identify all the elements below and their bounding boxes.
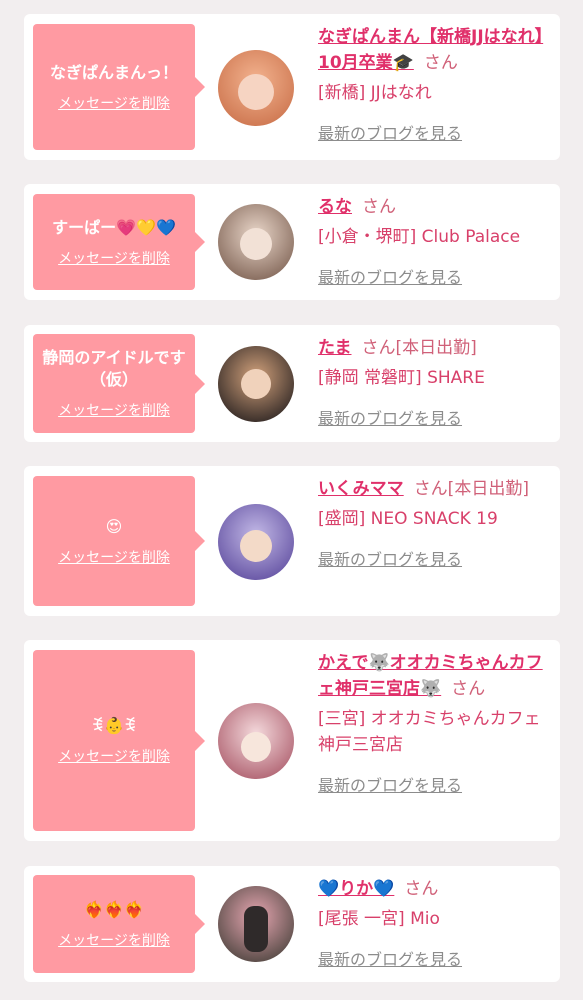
honorific: さん: [404, 879, 439, 899]
delete-message-link[interactable]: メッセージを削除: [58, 930, 170, 950]
shop-info: [小倉・堺町] Club Palace: [318, 227, 521, 247]
delete-message-link[interactable]: メッセージを削除: [58, 248, 170, 268]
user-name-link[interactable]: るな: [318, 197, 352, 217]
avatar[interactable]: [218, 204, 294, 280]
delete-message-link[interactable]: メッセージを削除: [58, 547, 170, 567]
user-name-link[interactable]: 💙りか💙: [318, 879, 394, 899]
message-bubble: 静岡のアイドルです（仮） メッセージを削除: [33, 334, 205, 433]
message-list: なぎぱんまんっ！ メッセージを削除 なぎぱんまん【新橋JJはなれ】10月卒業🎓 さ…: [0, 0, 583, 1000]
delete-message-link[interactable]: メッセージを削除: [58, 93, 170, 113]
honorific: さん[本日出勤]: [413, 479, 529, 499]
delete-message-link[interactable]: メッセージを削除: [58, 746, 170, 766]
message-bubble: 😍 メッセージを削除: [33, 476, 205, 606]
list-item: ꉂ👶ꉂ メッセージを削除 かえで🐺オオカミちゃんカフェ神戸三宮店🐺 さん [三宮]…: [24, 640, 560, 841]
user-name-link[interactable]: いくみママ: [318, 479, 404, 499]
avatar[interactable]: [218, 886, 294, 962]
list-item: なぎぱんまんっ！ メッセージを削除 なぎぱんまん【新橋JJはなれ】10月卒業🎓 さ…: [24, 14, 560, 160]
latest-blog-link[interactable]: 最新のブログを見る: [318, 946, 462, 970]
message-text: 😍: [105, 516, 123, 536]
shop-info: [静岡 常磐町] SHARE: [318, 368, 485, 388]
avatar[interactable]: [218, 50, 294, 126]
message-text: すーぱー💗💛💙: [52, 217, 176, 237]
message-bubble: ꉂ👶ꉂ メッセージを削除: [33, 650, 205, 831]
list-item: 😍 メッセージを削除 いくみママ さん[本日出勤] [盛岡] NEO SNACK …: [24, 466, 560, 616]
user-name-link[interactable]: かえで🐺オオカミちゃんカフェ神戸三宮店🐺: [318, 653, 543, 699]
message-bubble: なぎぱんまんっ！ メッセージを削除: [33, 24, 205, 150]
avatar-image: [218, 50, 294, 126]
avatar-image: [218, 204, 294, 280]
shop-info: [三宮] オオカミちゃんカフェ神戸三宮店: [318, 709, 541, 755]
list-item: すーぱー💗💛💙 メッセージを削除 るな さん [小倉・堺町] Club Palac…: [24, 184, 560, 300]
message-text: ꉂ👶ꉂ: [91, 716, 137, 735]
list-item: 静岡のアイドルです（仮） メッセージを削除 たま さん[本日出勤] [静岡 常磐町…: [24, 325, 560, 442]
delete-message-link[interactable]: メッセージを削除: [58, 400, 170, 420]
shop-info: [盛岡] NEO SNACK 19: [318, 509, 498, 529]
message-bubble: すーぱー💗💛💙 メッセージを削除: [33, 194, 205, 290]
avatar-image: [218, 703, 294, 779]
avatar[interactable]: [218, 346, 294, 422]
latest-blog-link[interactable]: 最新のブログを見る: [318, 772, 462, 796]
honorific: さん[本日出勤]: [361, 338, 477, 358]
latest-blog-link[interactable]: 最新のブログを見る: [318, 264, 462, 288]
avatar-image: [218, 346, 294, 422]
shop-info: [尾張 一宮] Mio: [318, 909, 440, 929]
message-bubble: ❤️‍🔥❤️‍🔥❤️‍🔥 メッセージを削除: [33, 875, 205, 973]
avatar[interactable]: [218, 703, 294, 779]
list-item: ❤️‍🔥❤️‍🔥❤️‍🔥 メッセージを削除 💙りか💙 さん [尾張 一宮] Mio…: [24, 866, 560, 982]
avatar-image: [218, 886, 294, 962]
message-text: 静岡のアイドルです（仮）: [42, 348, 186, 389]
honorific: さん: [423, 53, 458, 73]
latest-blog-link[interactable]: 最新のブログを見る: [318, 546, 462, 570]
honorific: さん: [362, 197, 396, 217]
avatar-image: [218, 504, 294, 580]
honorific: さん: [451, 679, 486, 699]
avatar[interactable]: [218, 504, 294, 580]
latest-blog-link[interactable]: 最新のブログを見る: [318, 120, 462, 144]
message-text: なぎぱんまんっ！: [49, 62, 178, 82]
message-text: ❤️‍🔥❤️‍🔥❤️‍🔥: [84, 899, 144, 919]
shop-info: [新橋] JJはなれ: [318, 83, 432, 103]
user-name-link[interactable]: たま: [318, 338, 352, 358]
latest-blog-link[interactable]: 最新のブログを見る: [318, 405, 462, 429]
